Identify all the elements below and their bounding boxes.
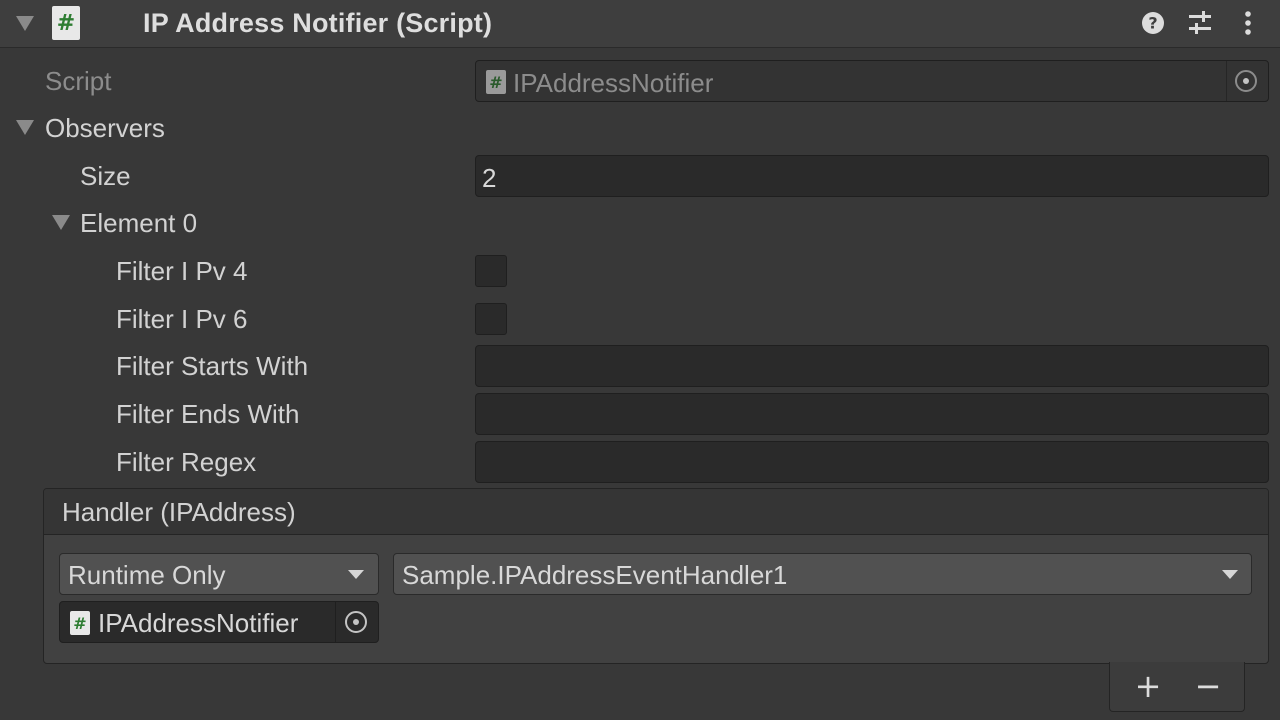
object-picker-icon[interactable] (345, 611, 367, 633)
filter-starts-with-label: Filter Starts With (116, 351, 309, 381)
function-dropdown[interactable]: Sample.IPAddressEventHandler1 (393, 553, 1252, 595)
filter-regex-input[interactable] (475, 441, 1269, 483)
call-state-dropdown[interactable]: Runtime Only (59, 553, 379, 595)
script-hash-icon: # (52, 6, 80, 40)
list-footer: + − (1109, 662, 1245, 712)
component-foldout-arrow-icon[interactable] (16, 16, 34, 31)
filter-regex-label: Filter Regex (116, 447, 257, 477)
remove-element-button[interactable]: − (1188, 670, 1228, 702)
field-divider (1226, 61, 1227, 101)
function-value: Sample.IPAddressEventHandler1 (402, 560, 788, 590)
script-file-icon: # (486, 70, 506, 94)
handler-title: Handler (IPAddress) (62, 497, 296, 527)
filter-ipv6-label: Filter I Pv 6 (116, 304, 248, 334)
call-state-value: Runtime Only (68, 560, 226, 590)
filter-ipv4-label: Filter I Pv 4 (116, 256, 248, 286)
filter-ends-with-input[interactable] (475, 393, 1269, 435)
more-menu-icon[interactable] (1235, 10, 1261, 36)
size-label: Size (80, 161, 131, 191)
observers-foldout-arrow-icon[interactable] (16, 120, 34, 135)
preset-sliders-icon[interactable] (1187, 10, 1213, 36)
element-foldout-arrow-icon[interactable] (52, 215, 70, 230)
chevron-down-icon (1222, 570, 1238, 579)
object-picker-icon[interactable] (1235, 70, 1257, 92)
handler-event-panel: Handler (IPAddress) Runtime Only Sample.… (43, 488, 1269, 664)
script-label: Script (45, 66, 112, 96)
svg-text:?: ? (1148, 14, 1157, 33)
script-field-value: IPAddressNotifier (513, 68, 714, 98)
script-object-field[interactable]: # IPAddressNotifier (475, 60, 1269, 102)
target-object-value: IPAddressNotifier (98, 608, 299, 638)
component-header: # IP Address Notifier (Script) ? (0, 0, 1280, 48)
filter-starts-with-input[interactable] (475, 345, 1269, 387)
handler-event-header: Handler (IPAddress) (44, 489, 1268, 535)
component-title: IP Address Notifier (Script) (143, 8, 493, 38)
filter-ends-with-label: Filter Ends With (116, 399, 300, 429)
help-icon[interactable]: ? (1140, 10, 1166, 36)
chevron-down-icon (348, 570, 364, 579)
size-input[interactable]: 2 (475, 155, 1269, 197)
size-value: 2 (482, 163, 497, 193)
filter-ipv6-checkbox[interactable] (475, 303, 507, 335)
element-0-label[interactable]: Element 0 (80, 208, 197, 239)
observers-label[interactable]: Observers (45, 113, 165, 144)
field-divider (335, 602, 336, 642)
filter-ipv4-checkbox[interactable] (475, 255, 507, 287)
add-element-button[interactable]: + (1128, 670, 1168, 702)
script-file-icon: # (70, 611, 90, 635)
target-object-field[interactable]: # IPAddressNotifier (59, 601, 379, 643)
